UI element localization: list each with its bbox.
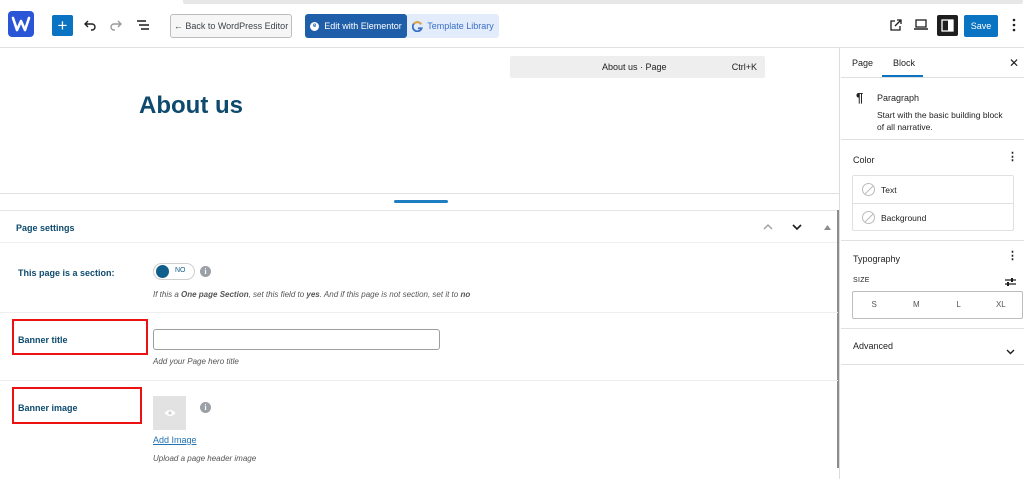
sidebar-tabs: Page Block ✕ xyxy=(841,48,1024,78)
text-color-item[interactable]: Text xyxy=(853,176,1013,203)
sidebar-divider xyxy=(839,48,840,479)
font-size-option[interactable]: L xyxy=(938,292,980,318)
template-library-label: Template Library xyxy=(427,21,494,31)
banner-image-label: Banner image xyxy=(18,403,78,413)
sidebar-divider xyxy=(841,240,1024,241)
template-library-icon xyxy=(412,20,424,32)
toggle-knob xyxy=(156,265,169,278)
banner-title-input[interactable] xyxy=(153,329,440,350)
collapse-triangle-icon[interactable] xyxy=(820,220,834,234)
add-image-link[interactable]: Add Image xyxy=(153,435,197,445)
save-button[interactable]: Save xyxy=(964,15,998,37)
section-toggle[interactable]: NO xyxy=(153,263,195,280)
tab-page[interactable]: Page xyxy=(852,58,873,68)
tab-block[interactable]: Block xyxy=(893,58,915,68)
back-to-wordpress-editor-button[interactable]: ← Back to WordPress Editor xyxy=(170,14,292,38)
editor-toolbar: + ← Back to WordPress Editor e Edit with… xyxy=(0,0,1024,48)
size-label: SIZE xyxy=(853,277,870,284)
page-title[interactable]: About us xyxy=(139,92,243,120)
empty-swatch-icon xyxy=(862,183,875,196)
active-tab-indicator xyxy=(882,75,923,77)
block-description: Start with the basic building block of a… xyxy=(877,110,1003,132)
banner-title-hint: Add your Page hero title xyxy=(153,357,239,366)
color-panel-title: Color xyxy=(853,155,875,165)
typography-panel-title: Typography xyxy=(853,254,901,264)
sidebar-divider xyxy=(841,328,1024,329)
banner-image-info-icon[interactable]: i xyxy=(200,402,211,413)
site-logo-icon[interactable] xyxy=(8,11,34,37)
top-strip xyxy=(183,0,1023,4)
color-item-label: Text xyxy=(881,185,897,195)
banner-image-hint: Upload a page header image xyxy=(153,454,257,463)
font-size-option[interactable]: M xyxy=(895,292,937,318)
empty-swatch-icon xyxy=(862,211,875,224)
custom-size-sliders-icon[interactable] xyxy=(1005,274,1016,292)
move-down-chevron-icon[interactable] xyxy=(790,220,804,234)
redo-icon[interactable] xyxy=(106,15,126,35)
options-kebab-icon[interactable] xyxy=(1004,15,1024,35)
document-overview-icon[interactable] xyxy=(133,15,153,35)
move-up-chevron-icon[interactable] xyxy=(761,220,775,234)
chevron-down-icon[interactable] xyxy=(1006,342,1015,360)
command-bar-title: About us · Page xyxy=(602,62,667,72)
row-divider xyxy=(0,312,838,313)
template-library-button[interactable]: Template Library xyxy=(407,14,499,38)
font-size-option[interactable]: XL xyxy=(980,292,1022,318)
row-divider xyxy=(0,380,838,381)
command-bar-shortcut: Ctrl+K xyxy=(731,62,757,72)
scrollbar[interactable] xyxy=(837,210,839,468)
add-block-button[interactable]: + xyxy=(52,15,73,36)
view-page-external-icon[interactable] xyxy=(885,15,905,35)
color-options-kebab-icon[interactable]: ⋮ xyxy=(1007,152,1018,163)
edit-with-elementor-label: Edit with Elementor xyxy=(324,21,402,31)
close-sidebar-icon[interactable]: ✕ xyxy=(1009,56,1019,70)
undo-icon[interactable] xyxy=(80,15,100,35)
edit-with-elementor-button[interactable]: e Edit with Elementor xyxy=(305,14,407,38)
color-settings-group: Text Background xyxy=(852,175,1014,231)
settings-sidebar-toggle-icon[interactable] xyxy=(937,15,958,36)
background-color-item[interactable]: Background xyxy=(853,203,1013,230)
banner-title-label: Banner title xyxy=(18,335,68,345)
paragraph-icon: ¶ xyxy=(856,90,864,105)
banner-image-placeholder[interactable] xyxy=(153,396,186,430)
elementor-icon: e xyxy=(310,21,320,31)
settings-sidebar: Page Block ✕ ¶ Paragraph Start with the … xyxy=(841,48,1024,479)
color-item-label: Background xyxy=(881,213,927,223)
toggle-state-text: NO xyxy=(175,267,186,274)
section-hint: If this a One page Section, set this fie… xyxy=(153,290,471,299)
font-size-option[interactable]: S xyxy=(853,292,895,318)
block-card: ¶ Paragraph Start with the basic buildin… xyxy=(841,78,1024,140)
section-toggle-label: This page is a section: xyxy=(18,268,115,278)
metabox-resize-handle[interactable] xyxy=(394,200,448,203)
canvas-divider xyxy=(0,193,840,194)
eye-icon xyxy=(164,410,175,416)
device-preview-icon[interactable] xyxy=(911,15,931,35)
page-settings-header: Page settings xyxy=(0,211,838,243)
section-info-icon[interactable]: i xyxy=(200,266,211,277)
block-name: Paragraph xyxy=(877,93,920,103)
font-size-picker: S M L XL xyxy=(852,291,1023,319)
command-palette-bar[interactable]: About us · Page Ctrl+K xyxy=(510,56,765,78)
page-settings-title: Page settings xyxy=(16,223,75,233)
typography-options-kebab-icon[interactable]: ⋮ xyxy=(1007,251,1018,262)
sidebar-divider xyxy=(841,364,1024,365)
advanced-panel-toggle[interactable]: Advanced xyxy=(853,341,893,351)
